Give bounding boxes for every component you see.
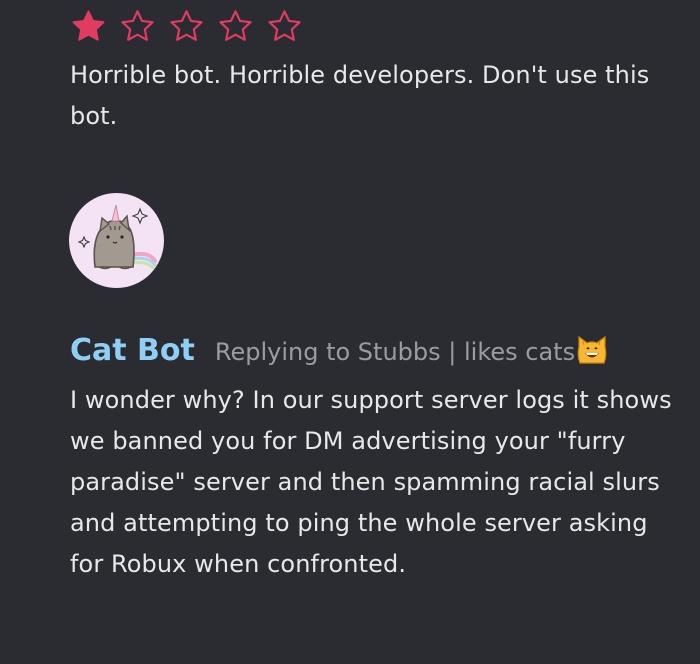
unicorn-cat-avatar-icon	[77, 204, 157, 270]
reply-author-name[interactable]: Cat Bot	[70, 333, 195, 368]
reply-meta: Replying to Stubbs | likes cats	[215, 335, 609, 366]
filled-star-icon	[72, 10, 105, 41]
empty-star-icon	[121, 10, 154, 41]
empty-star-icon	[170, 10, 203, 41]
review-page: Horrible bot. Horrible developers. Don't…	[0, 0, 700, 664]
avatar[interactable]	[69, 193, 164, 288]
empty-star-icon	[219, 10, 252, 41]
reply-meta-text: Replying to Stubbs | likes cats	[214, 338, 576, 366]
reply-header: Cat Bot Replying to Stubbs | likes cats	[70, 333, 695, 375]
reply-body: I wonder why? In our support server logs…	[70, 386, 672, 578]
review-body: Horrible bot. Horrible developers. Don't…	[70, 61, 650, 130]
star-rating	[70, 8, 315, 45]
grinning-cat-emoji-icon	[577, 335, 607, 364]
empty-star-icon	[268, 10, 301, 41]
